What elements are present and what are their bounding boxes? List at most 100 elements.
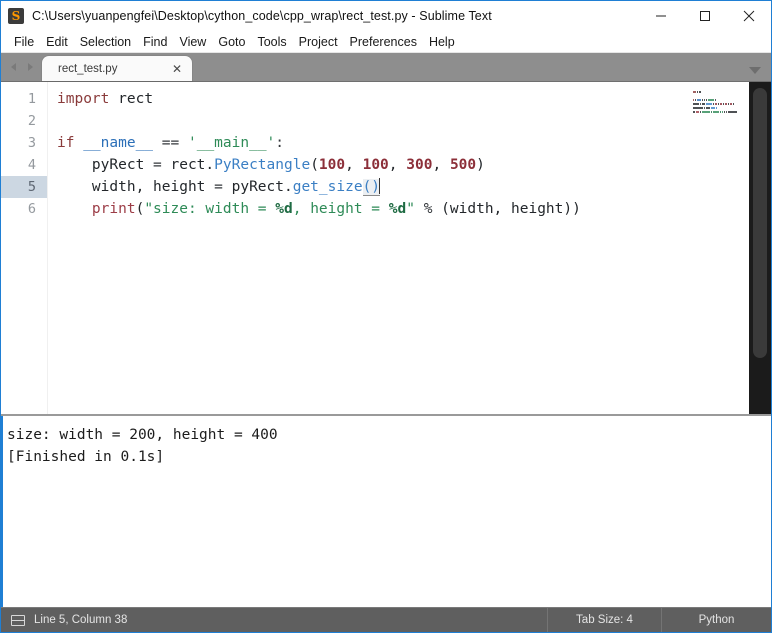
tab-rect-test-py[interactable]: rect_test.py ✕ xyxy=(42,56,192,81)
minimap-segment xyxy=(730,103,732,105)
minimap-line xyxy=(693,107,749,110)
minimap-segment xyxy=(722,111,723,113)
minimap-segment xyxy=(702,111,710,113)
minimap-segment xyxy=(706,103,712,105)
minimap-line xyxy=(693,99,749,102)
code-token: "size: width = xyxy=(144,201,276,217)
minimap-segment xyxy=(728,103,729,105)
sublime-text-icon: S xyxy=(8,8,24,24)
output-line-status: [Finished in 0.1s] xyxy=(7,449,165,465)
scrollbar-thumb[interactable] xyxy=(753,88,767,358)
sidebar-toggle-icon[interactable] xyxy=(11,614,25,626)
minimap-segment xyxy=(693,107,703,109)
maximize-icon[interactable] xyxy=(683,1,727,31)
syntax-button[interactable]: Python xyxy=(661,607,771,632)
status-right-group: Tab Size: 4 Python xyxy=(547,607,771,632)
chevron-down-icon[interactable] xyxy=(749,67,761,74)
code-line-3: if __name__ == '__main__': xyxy=(48,132,771,154)
minimap-line xyxy=(693,95,749,98)
code-token: == xyxy=(161,135,180,151)
editor-vertical-scrollbar[interactable] xyxy=(749,82,771,414)
menu-item-find[interactable]: Find xyxy=(137,31,173,53)
minimap-segment xyxy=(704,99,705,101)
minimap-segment xyxy=(693,111,695,113)
status-bar: Line 5, Column 38 Tab Size: 4 Python xyxy=(1,607,771,632)
code-token: width, height xyxy=(57,179,215,195)
cursor-position-label: Line 5, Column 38 xyxy=(34,614,128,626)
output-line-result: size: width = 200, height = 400 xyxy=(7,427,278,443)
minimap-segment xyxy=(715,99,716,101)
window-title: C:\Users\yuanpengfei\Desktop\cython_code… xyxy=(32,9,492,23)
minimap-segment xyxy=(696,111,699,113)
minimap-line xyxy=(693,111,749,114)
code-token: , xyxy=(432,157,450,173)
minimap-segment xyxy=(693,91,696,93)
code-token: , height = xyxy=(292,201,389,217)
menu-item-selection[interactable]: Selection xyxy=(74,31,137,53)
close-icon[interactable] xyxy=(727,1,771,31)
code-token: if xyxy=(57,135,75,151)
minimap-segment xyxy=(706,99,707,101)
minimap-segment xyxy=(693,99,694,101)
code-token: () xyxy=(362,179,381,196)
minimap-segment xyxy=(708,99,714,101)
code-token: ( xyxy=(135,201,145,217)
tab-size-button[interactable]: Tab Size: 4 xyxy=(547,607,661,632)
menu-item-file[interactable]: File xyxy=(8,31,40,53)
minimap-segment xyxy=(720,103,722,105)
code-text-area[interactable]: import rect if __name__ == '__main__': p… xyxy=(48,82,771,414)
tab-bar: rect_test.py ✕ xyxy=(1,53,771,82)
menu-item-project[interactable]: Project xyxy=(293,31,344,53)
menu-item-edit[interactable]: Edit xyxy=(40,31,74,53)
code-token: = xyxy=(153,157,162,173)
minimap-segment xyxy=(693,103,699,105)
code-token: : xyxy=(275,135,285,151)
chevron-right-icon[interactable] xyxy=(23,60,37,74)
text-cursor xyxy=(379,178,381,194)
minimap-segment xyxy=(702,99,703,101)
minimap-line xyxy=(693,103,749,106)
window-controls xyxy=(639,1,771,31)
gutter-line-6: 6 xyxy=(27,201,36,217)
code-token: , xyxy=(388,157,407,173)
code-token: pyRect. xyxy=(222,179,293,195)
code-token: print xyxy=(91,201,136,217)
code-token: (width, height)) xyxy=(432,201,581,217)
minimap-segment xyxy=(697,99,701,101)
minimap-segment xyxy=(726,111,727,113)
build-output-panel[interactable]: size: width = 200, height = 400 [Finishe… xyxy=(1,416,771,627)
chevron-left-icon[interactable] xyxy=(7,60,21,74)
code-token: 100 xyxy=(362,157,389,173)
code-line-6: print("size: width = %d, height = %d" % … xyxy=(48,198,771,220)
code-token: ( xyxy=(310,157,319,173)
menu-item-goto[interactable]: Goto xyxy=(212,31,251,53)
gutter-line-1: 1 xyxy=(27,91,36,107)
code-token: rect xyxy=(118,91,154,107)
minimap-segment xyxy=(724,111,725,113)
minimap-segment xyxy=(697,91,698,93)
code-token: get_size xyxy=(292,179,363,195)
code-token: import xyxy=(57,91,110,107)
menu-item-view[interactable]: View xyxy=(173,31,212,53)
minimap-segment xyxy=(700,103,701,105)
app-icon-glyph: S xyxy=(11,9,21,23)
editor-area: 1 2 3 4 5 6 import rect if __name__ == '… xyxy=(1,82,771,416)
menu-item-preferences[interactable]: Preferences xyxy=(344,31,423,53)
minimize-icon[interactable] xyxy=(639,1,683,31)
minimap-segment xyxy=(699,91,701,93)
code-line-5: width, height = pyRect.get_size() xyxy=(48,176,771,198)
tab-close-icon[interactable]: ✕ xyxy=(172,63,182,75)
line-number-gutter: 1 2 3 4 5 6 xyxy=(1,82,48,414)
menu-item-help[interactable]: Help xyxy=(423,31,461,53)
menu-item-tools[interactable]: Tools xyxy=(251,31,292,53)
minimap-segment xyxy=(716,107,717,109)
code-token: %d xyxy=(275,201,293,217)
minimap-segment xyxy=(728,111,737,113)
minimap-segment xyxy=(723,103,724,105)
minimap[interactable] xyxy=(687,82,749,414)
